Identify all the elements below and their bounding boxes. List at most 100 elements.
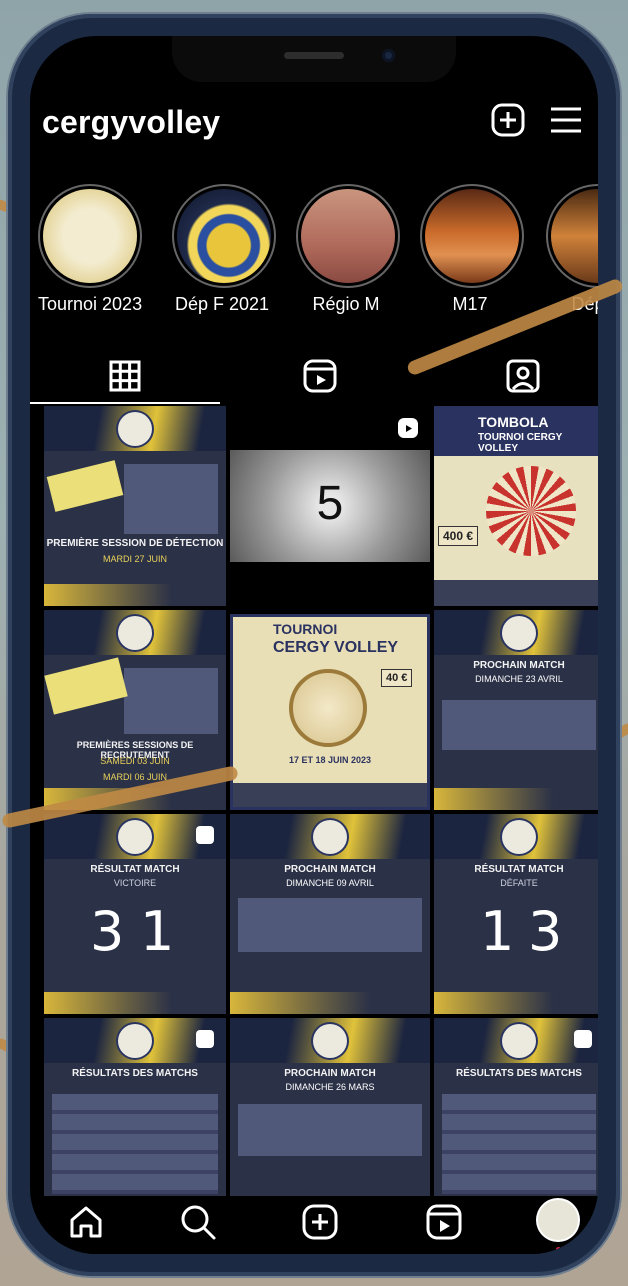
highlight-dep-f-2021[interactable]: Dép F 2021 [172,184,276,315]
bottom-navigation [30,1196,598,1254]
post-title: RÉSULTAT MATCH [90,864,180,875]
club-logo [313,1024,347,1058]
post-title: RÉSULTATS DES MATCHS [72,1068,198,1079]
post-result: DÉFAITE [500,878,538,888]
post-result-victoire[interactable]: RÉSULTAT MATCH VICTOIRE 3 1 [44,814,226,1014]
highlight-label: Tournoi 2023 [38,294,143,314]
post-footer [230,992,430,1014]
post-result-defaite[interactable]: RÉSULTAT MATCH DÉFAITE 1 3 [434,814,598,1014]
club-logo [118,412,152,446]
highlight-tournoi-2023[interactable]: Tournoi 2023 [38,184,143,315]
entry-price: 40 € [381,669,413,687]
post-next-match-23-avril[interactable]: PROCHAIN MATCH DIMANCHE 23 AVRIL [434,610,598,810]
post-date: 17 ET 18 JUIN 2023 [288,755,372,765]
post-title: PROCHAIN MATCH [284,864,376,875]
phone-frame: cergyvolley Tournoi 2023 Dép F 2021 Régi… [8,14,620,1276]
post-panel [238,898,422,952]
score-right: 1 [140,900,175,963]
post-title: TOURNOI [273,621,338,637]
post-results-des-matchs-2[interactable]: RÉSULTATS DES MATCHS [434,1018,598,1196]
multi-image-badge-icon [196,1030,214,1048]
club-logo [502,820,536,854]
tagged-person-icon[interactable] [503,356,543,396]
post-title: RÉSULTAT MATCH [474,864,564,875]
speaker-grill [284,52,344,59]
post-tombola[interactable]: TOMBOLA TOURNOI CERGY VOLLEY 400 € [434,406,598,606]
post-tournoi-cergy-volley[interactable]: TOURNOI CERGY VOLLEY 40 € 17 ET 18 JUIN … [230,614,430,810]
prize-value: 400 € [438,526,479,546]
multi-image-badge-icon [196,826,214,844]
score-left: 3 [90,900,125,963]
post-subtitle: TOURNOI CERGY VOLLEY [478,432,563,454]
post-footer [434,992,598,1014]
post-footer [434,788,598,810]
post-result: VICTOIRE [113,878,157,888]
post-countdown-reel[interactable]: 5 [230,406,430,606]
post-date: MARDI 27 JUIN [102,554,167,564]
countdown-number: 5 [316,477,344,530]
post-date: DIMANCHE 26 MARS [285,1082,375,1092]
post-title: RÉSULTATS DES MATCHS [456,1068,582,1079]
post-detection-session[interactable]: PREMIÈRE SESSION DE DÉTECTION MARDI 27 J… [44,406,226,606]
club-logo [118,1024,152,1058]
post-date: SAMEDI 03 JUIN [100,756,170,766]
active-tab-indicator [30,402,220,404]
post-date: DIMANCHE 23 AVRIL [475,674,563,684]
post-title: PROCHAIN MATCH [473,660,565,671]
story-highlights: Tournoi 2023 Dép F 2021 Régio M M17 [30,184,598,324]
score-left: 1 [480,900,515,963]
post-footer [44,584,226,606]
reels-icon[interactable] [300,356,340,396]
plus-square-icon[interactable] [490,102,526,138]
app-screen: cergyvolley Tournoi 2023 Dép F 2021 Régi… [30,36,598,1254]
highlight-label: M17 [452,294,488,314]
highlight-cover [301,189,395,283]
highlight-regio-m[interactable]: Régio M [296,184,400,315]
post-next-match-26-mars[interactable]: PROCHAIN MATCH DIMANCHE 26 MARS [230,1018,430,1196]
sunburst-graphic [486,466,576,556]
highlight-label: Dép F 2021 [174,294,270,314]
highlight-m17[interactable]: M17 [420,184,524,315]
search-icon[interactable] [176,1200,220,1244]
hamburger-menu-icon[interactable] [548,102,584,138]
club-logo [502,616,536,650]
post-panel [442,700,596,750]
notch [172,36,456,82]
post-footer [233,783,427,807]
highlight-cover [177,189,271,283]
highlight-ring [38,184,142,288]
club-logo [313,820,347,854]
highlight-ring [546,184,598,288]
highlight-ring [172,184,276,288]
profile-username[interactable]: cergyvolley [42,104,220,141]
post-panel [238,1104,422,1156]
multi-image-badge-icon [574,1030,592,1048]
highlight-cover [551,189,598,283]
post-panel [124,464,218,534]
front-camera [382,49,395,62]
reel-badge-icon [398,418,418,438]
post-results-des-matchs-1[interactable]: RÉSULTATS DES MATCHS [44,1018,226,1196]
post-subtitle: CERGY VOLLEY [273,639,399,656]
volleyball-graphic [289,669,367,747]
highlight-ring [420,184,524,288]
highlight-ring [296,184,400,288]
post-next-match-09-avril[interactable]: PROCHAIN MATCH DIMANCHE 09 AVRIL [230,814,430,1014]
club-logo [118,616,152,650]
highlight-cover [425,189,519,283]
club-logo [502,1024,536,1058]
score-right: 3 [528,900,563,963]
results-table [442,1094,596,1194]
profile-avatar[interactable] [538,1200,578,1240]
post-date: DIMANCHE 09 AVRIL [286,878,374,888]
highlight-cover [43,189,137,283]
yellow-note [44,657,128,715]
post-title: PROCHAIN MATCH [284,1068,376,1079]
post-title: TOMBOLA [478,414,549,430]
results-table [52,1094,218,1194]
yellow-note [46,460,124,512]
grid-icon[interactable] [105,356,145,396]
add-icon[interactable] [298,1200,342,1244]
home-icon[interactable] [64,1200,108,1244]
reels-nav-icon[interactable] [422,1200,466,1244]
